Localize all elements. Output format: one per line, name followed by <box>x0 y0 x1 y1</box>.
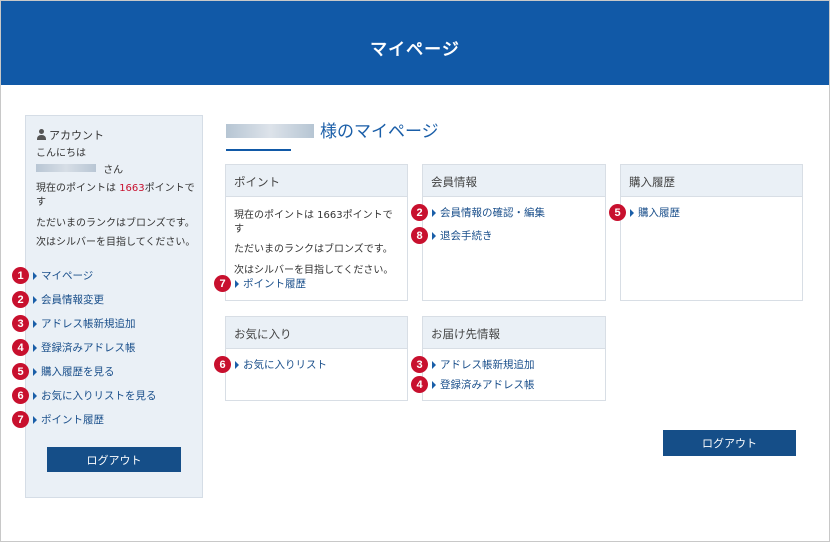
sidebar-logout-button[interactable]: ログアウト <box>47 447 181 472</box>
favorites-list-label: お気に入りリスト <box>243 359 327 371</box>
point-history-link[interactable]: 7 ポイント履歴 <box>214 275 306 292</box>
points-card-heading: ポイント <box>226 165 407 197</box>
points-suffix: ポイントで <box>144 183 195 194</box>
point-history-label: ポイント履歴 <box>243 278 306 290</box>
points-prefix: 現在のポイントは <box>36 183 120 194</box>
purchase-card: 購入履歴 5 購入履歴 <box>609 164 803 301</box>
blurred-user-name <box>226 124 314 138</box>
favorites-list-link[interactable]: 6 お気に入りリスト <box>214 356 327 373</box>
member-card: 会員情報 2 会員情報の確認・編集 8 退会手続き <box>411 164 606 301</box>
sidebar-link-label: 会員情報変更 <box>41 294 104 306</box>
badge-7: 7 <box>12 411 29 428</box>
sidebar-link-address-add[interactable]: 3 アドレス帳新規追加 <box>12 315 136 332</box>
badge-3: 3 <box>12 315 29 332</box>
member-edit-link[interactable]: 2 会員情報の確認・編集 <box>411 204 545 221</box>
sidebar-link-label: お気に入りリストを見る <box>41 390 157 402</box>
sidebar-link-mypage[interactable]: 1 マイページ <box>12 267 93 284</box>
arrow-right-icon <box>432 231 436 240</box>
arrow-right-icon <box>630 208 634 217</box>
sidebar-link-purchase-history[interactable]: 5 購入履歴を見る <box>12 363 115 380</box>
badge-8: 8 <box>411 227 428 244</box>
withdraw-label: 退会手続き <box>440 230 493 242</box>
badge-1: 1 <box>12 267 29 284</box>
points-line-wrap: す <box>234 224 244 235</box>
next-rank-line: 次はシルバーを目指してください。 <box>234 265 394 276</box>
sidebar-link-label: ポイント履歴 <box>41 414 104 426</box>
points-card: ポイント 現在のポイントは 1663ポイントで す ただいまのランクはブロンズで… <box>214 164 408 301</box>
sidebar-link-label: 購入履歴を見る <box>41 366 115 378</box>
arrow-right-icon <box>33 391 37 400</box>
header-title: マイページ <box>370 40 460 60</box>
purchase-history-label: 購入履歴 <box>638 207 680 219</box>
badge-4: 4 <box>12 339 29 356</box>
arrow-right-icon <box>33 295 37 304</box>
rank-line: ただいまのランクはブロンズです。 <box>234 244 393 255</box>
favorites-card: お気に入り 6 お気に入りリスト <box>214 316 408 401</box>
purchase-card-heading: 購入履歴 <box>621 165 802 197</box>
points-suffix-wrap: す <box>36 197 46 208</box>
arrow-right-icon <box>432 360 436 369</box>
sidebar-link-label: 登録済みアドレス帳 <box>41 342 136 354</box>
san-label: さん <box>103 165 124 176</box>
sidebar-link-member-edit[interactable]: 2 会員情報変更 <box>12 291 104 308</box>
badge-3: 3 <box>411 356 428 373</box>
rank-text: ただいまのランクはブロンズです。 <box>36 218 195 229</box>
arrow-right-icon <box>33 415 37 424</box>
next-rank-text: 次はシルバーを目指してください。 <box>36 237 196 248</box>
account-label: アカウント <box>49 129 104 142</box>
badge-4: 4 <box>411 376 428 393</box>
badge-6: 6 <box>12 387 29 404</box>
page-title-text: 様のマイページ <box>320 122 439 142</box>
favorites-card-heading: お気に入り <box>226 317 407 349</box>
arrow-right-icon <box>33 343 37 352</box>
sidebar-link-favorites[interactable]: 6 お気に入りリストを見る <box>12 387 157 404</box>
badge-6: 6 <box>214 356 231 373</box>
points-text: 現在のポイントは 1663ポイントで <box>36 182 195 196</box>
title-underline <box>226 149 291 151</box>
arrow-right-icon <box>33 271 37 280</box>
user-icon <box>36 129 47 140</box>
arrow-right-icon <box>235 279 239 288</box>
page-title: 様のマイページ <box>226 117 439 142</box>
arrow-right-icon <box>33 319 37 328</box>
sidebar: アカウント こんにちは さん 現在のポイントは 1663ポイントで す ただいま… <box>12 115 203 498</box>
delivery-card-heading: お届け先情報 <box>423 317 605 349</box>
address-list-label: 登録済みアドレス帳 <box>440 379 535 391</box>
arrow-right-icon <box>33 367 37 376</box>
blurred-user-name <box>36 164 96 172</box>
arrow-right-icon <box>432 208 436 217</box>
badge-7: 7 <box>214 275 231 292</box>
badge-2: 2 <box>411 204 428 221</box>
points-line: 現在のポイントは 1663ポイントで <box>234 210 393 221</box>
account-heading: アカウント <box>36 127 104 143</box>
sidebar-link-label: マイページ <box>41 270 94 282</box>
arrow-right-icon <box>432 380 436 389</box>
withdraw-link[interactable]: 8 退会手続き <box>411 227 493 244</box>
badge-5: 5 <box>609 204 626 221</box>
user-name-row: さん <box>36 164 123 178</box>
address-add-link[interactable]: 3 アドレス帳新規追加 <box>411 356 535 373</box>
sidebar-link-address-list[interactable]: 4 登録済みアドレス帳 <box>12 339 136 356</box>
badge-5: 5 <box>12 363 29 380</box>
main-logout-button[interactable]: ログアウト <box>663 430 796 456</box>
arrow-right-icon <box>235 360 239 369</box>
delivery-card: お届け先情報 3 アドレス帳新規追加 4 登録済みアドレス帳 <box>411 316 606 401</box>
page-header: マイページ <box>1 1 829 85</box>
greeting-text: こんにちは <box>36 148 86 159</box>
purchase-history-link[interactable]: 5 購入履歴 <box>609 204 680 221</box>
address-add-label: アドレス帳新規追加 <box>440 359 535 371</box>
address-list-link[interactable]: 4 登録済みアドレス帳 <box>411 376 535 393</box>
badge-2: 2 <box>12 291 29 308</box>
sidebar-link-point-history[interactable]: 7 ポイント履歴 <box>12 411 104 428</box>
points-value: 1663 <box>119 183 145 194</box>
member-edit-label: 会員情報の確認・編集 <box>440 207 545 219</box>
member-card-heading: 会員情報 <box>423 165 605 197</box>
sidebar-link-label: アドレス帳新規追加 <box>41 318 136 330</box>
